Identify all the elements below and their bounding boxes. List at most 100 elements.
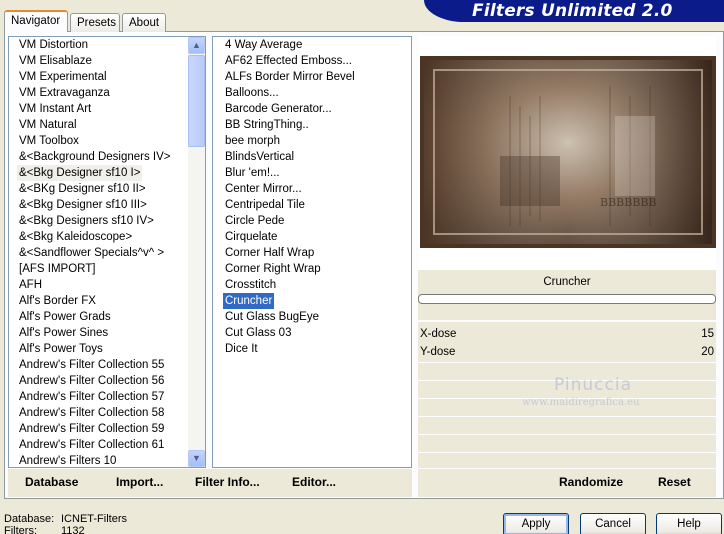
filter-item-label: Cut Glass 03: [225, 327, 292, 339]
category-item[interactable]: &<Bkg Designers sf10 IV>: [9, 213, 205, 229]
category-item-label: Alf's Power Grads: [19, 311, 111, 323]
category-item-label: Andrew's Filter Collection 55: [19, 359, 165, 371]
bottom-toolbar-right: Randomize Reset: [418, 469, 716, 497]
watermark-name: Pinuccia: [554, 375, 632, 395]
category-item[interactable]: VM Extravaganza: [9, 85, 205, 101]
scroll-thumb[interactable]: [188, 55, 205, 147]
category-item-label: &<Sandflower Specials^v^ >: [19, 247, 165, 259]
category-item[interactable]: &<Bkg Designer sf10 III>: [9, 197, 205, 213]
app-title: Filters Unlimited 2.0: [472, 1, 673, 21]
filter-item[interactable]: Barcode Generator...: [213, 101, 411, 117]
filter-item[interactable]: ALFs Border Mirror Bevel: [213, 69, 411, 85]
param-value: 20: [701, 346, 714, 358]
param-label: X-dose: [420, 328, 457, 340]
filter-item[interactable]: BlindsVertical: [213, 149, 411, 165]
category-item[interactable]: &<Bkg Designer sf10 I>: [9, 165, 205, 181]
filter-item[interactable]: 4 Way Average: [213, 37, 411, 53]
filter-item[interactable]: Balloons...: [213, 85, 411, 101]
category-item-label: VM Natural: [19, 119, 77, 131]
param-y-dose[interactable]: Y-dose 20: [418, 344, 716, 360]
category-item[interactable]: &<Sandflower Specials^v^ >: [9, 245, 205, 261]
filter-item-label: ALFs Border Mirror Bevel: [225, 71, 355, 83]
category-item[interactable]: VM Experimental: [9, 69, 205, 85]
category-item[interactable]: AFH: [9, 277, 205, 293]
category-item-label: AFH: [19, 279, 42, 291]
database-label: Database:: [4, 513, 55, 525]
category-item[interactable]: VM Instant Art: [9, 101, 205, 117]
category-item-label: Andrew's Filter Collection 61: [19, 439, 165, 451]
filter-item-label: AF62 Effected Emboss...: [225, 55, 352, 67]
category-item-label: Andrew's Filters 10: [19, 455, 117, 467]
filter-item-label: Corner Right Wrap: [225, 263, 321, 275]
category-item[interactable]: VM Distortion: [9, 37, 205, 53]
category-item-label: [AFS IMPORT]: [19, 263, 96, 275]
filter-items: 4 Way Average AF62 Effected Emboss... ALFs…: [213, 37, 411, 357]
filter-item-label: Center Mirror...: [225, 183, 302, 195]
apply-button[interactable]: Apply: [503, 513, 569, 534]
database-button[interactable]: Database: [25, 475, 78, 489]
category-item-label: &<Background Designers IV>: [19, 151, 171, 163]
category-item-label: &<Bkg Designer sf10 III>: [19, 199, 147, 211]
param-slot-empty: [418, 434, 716, 450]
category-item[interactable]: Andrew's Filter Collection 59: [9, 421, 205, 437]
param-label: Y-dose: [420, 346, 456, 358]
tab-presets[interactable]: Presets: [70, 13, 120, 32]
category-item[interactable]: &<Background Designers IV>: [9, 149, 205, 165]
filter-item[interactable]: Dice It: [213, 341, 411, 357]
reset-button[interactable]: Reset: [658, 475, 691, 489]
category-item[interactable]: VM Natural: [9, 117, 205, 133]
category-item[interactable]: Andrew's Filter Collection 58: [9, 405, 205, 421]
category-item[interactable]: &<Bkg Kaleidoscope>: [9, 229, 205, 245]
category-item[interactable]: Alf's Power Grads: [9, 309, 205, 325]
import-button[interactable]: Import...: [116, 475, 163, 489]
randomize-button[interactable]: Randomize: [559, 475, 623, 489]
filter-item[interactable]: Corner Half Wrap: [213, 245, 411, 261]
filter-item[interactable]: bee morph: [213, 133, 411, 149]
filter-info-button[interactable]: Filter Info...: [195, 475, 260, 489]
tab-about[interactable]: About: [122, 13, 166, 32]
param-slot-empty: [418, 416, 716, 432]
filter-item[interactable]: Cut Glass BugEye: [213, 309, 411, 325]
category-item[interactable]: Andrew's Filter Collection 61: [9, 437, 205, 453]
filter-item[interactable]: Blur 'em!...: [213, 165, 411, 181]
category-item-label: &<Bkg Kaleidoscope>: [19, 231, 133, 243]
filter-item[interactable]: Circle Pede: [213, 213, 411, 229]
bottom-toolbar-left: Database Import... Filter Info... Editor…: [8, 469, 412, 497]
category-item-label: &<BKg Designer sf10 II>: [19, 183, 146, 195]
category-item[interactable]: Andrew's Filter Collection 55: [9, 357, 205, 373]
help-button[interactable]: Help: [656, 513, 722, 534]
category-list[interactable]: VM Distortion VM Elisablaze VM Experimenta…: [8, 36, 206, 468]
param-x-dose[interactable]: X-dose 15: [418, 326, 716, 342]
category-item-label: VM Extravaganza: [19, 87, 110, 99]
category-item-label: VM Experimental: [19, 71, 107, 83]
category-item[interactable]: Andrew's Filter Collection 57: [9, 389, 205, 405]
scroll-down-button[interactable]: ▼: [188, 450, 205, 467]
filter-item[interactable]: BB StringThing..: [213, 117, 411, 133]
filter-item[interactable]: Centripedal Tile: [213, 197, 411, 213]
tab-navigator[interactable]: Navigator: [4, 10, 68, 32]
filter-item[interactable]: AF62 Effected Emboss...: [213, 53, 411, 69]
param-slot-empty: [418, 452, 716, 468]
cancel-button[interactable]: Cancel: [580, 513, 646, 534]
category-item[interactable]: Alf's Border FX: [9, 293, 205, 309]
category-item-label: Andrew's Filter Collection 56: [19, 375, 165, 387]
filter-item[interactable]: Corner Right Wrap: [213, 261, 411, 277]
filter-item[interactable]: Center Mirror...: [213, 181, 411, 197]
category-item[interactable]: VM Elisablaze: [9, 53, 205, 69]
category-item[interactable]: Andrew's Filter Collection 56: [9, 373, 205, 389]
filter-list[interactable]: 4 Way Average AF62 Effected Emboss... ALFs…: [212, 36, 412, 468]
filter-item[interactable]: Cirquelate: [213, 229, 411, 245]
category-item[interactable]: &<BKg Designer sf10 II>: [9, 181, 205, 197]
filter-item[interactable]: Crosstitch: [213, 277, 411, 293]
filter-item[interactable]: Cut Glass 03: [213, 325, 411, 341]
selected-filter-name: Cruncher: [543, 276, 591, 288]
category-item[interactable]: Alf's Power Toys: [9, 341, 205, 357]
category-scrollbar[interactable]: ▲ ▼: [188, 37, 205, 467]
category-item[interactable]: Andrew's Filters 10: [9, 453, 205, 467]
category-item[interactable]: [AFS IMPORT]: [9, 261, 205, 277]
category-item[interactable]: VM Toolbox: [9, 133, 205, 149]
scroll-up-button[interactable]: ▲: [188, 37, 205, 54]
editor-button[interactable]: Editor...: [292, 475, 336, 489]
filter-item[interactable]: Cruncher: [213, 293, 411, 309]
category-item[interactable]: Alf's Power Sines: [9, 325, 205, 341]
